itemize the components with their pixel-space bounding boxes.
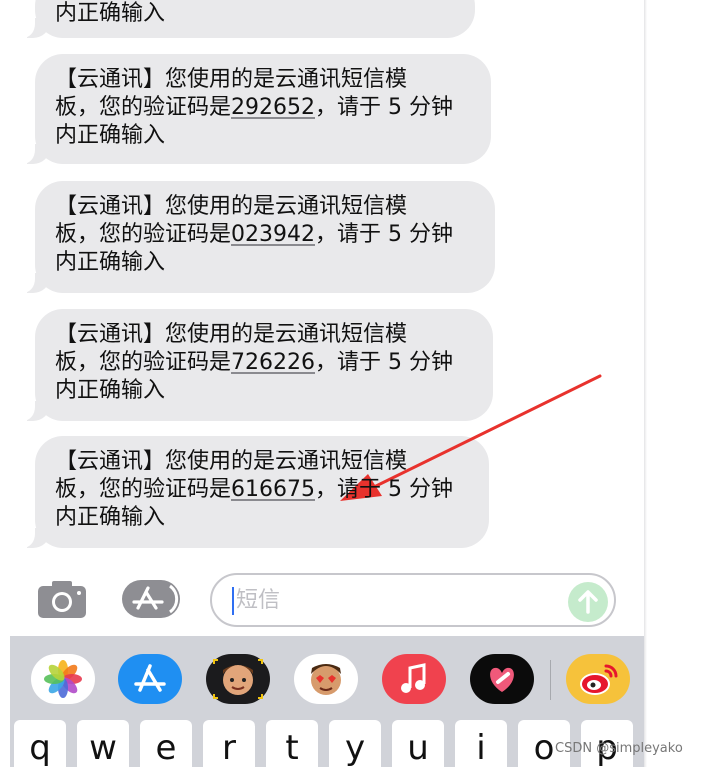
message-line: 【云通讯】您使用的是云通讯短信模	[55, 322, 408, 347]
verification-code[interactable]: 616675	[231, 477, 315, 502]
message-line: 内正确输入	[55, 378, 166, 403]
message-line: ，请于 5 分钟	[315, 95, 453, 120]
watermark: CSDN @simpleyako	[555, 741, 683, 756]
message-line: 【云通讯】您使用的是云通讯短信模	[55, 67, 408, 92]
verification-code[interactable]: 292652	[231, 95, 315, 120]
message-line: 内正确输入	[55, 123, 166, 148]
message-line: 板，您的验证码是	[55, 222, 232, 247]
message-line: 板，您的验证码是	[55, 95, 232, 120]
message-line: 内正确输入	[55, 250, 166, 275]
message-bubble[interactable]: 【云通讯】您使用的是云通讯短信模 板，您的验证码是616675，请于 5 分钟 …	[17, 436, 489, 548]
message-line: ，请于 5 分钟	[315, 477, 453, 502]
message-line: 板，您的验证码是	[55, 477, 232, 502]
message-line: 板，您的验证码是	[55, 350, 232, 375]
message-line: ，请于 5 分钟	[315, 222, 453, 247]
message-bubble[interactable]: 【云通讯】您使用的是云通讯短信模 板，您的验证码是023942，请于 5 分钟 …	[17, 181, 495, 293]
message-line: ，请于 5 分钟	[315, 350, 453, 375]
verification-code[interactable]: 023942	[231, 222, 315, 247]
message-bubble[interactable]: 【云通讯】您使用的是云通讯短信模 板，您的验证码是292652，请于 5 分钟 …	[17, 54, 491, 164]
message-line: 【云通讯】您使用的是云通讯短信模	[55, 194, 408, 219]
message-bubble[interactable]: 【云通讯】您使用的是云通讯短信模 板，您的验证码是726226，请于 5 分钟 …	[17, 309, 493, 421]
message-text: 内正确输入	[55, 1, 166, 26]
message-line: 【云通讯】您使用的是云通讯短信模	[55, 449, 408, 474]
verification-code[interactable]: 726226	[231, 350, 315, 375]
message-line: 内正确输入	[55, 505, 166, 530]
